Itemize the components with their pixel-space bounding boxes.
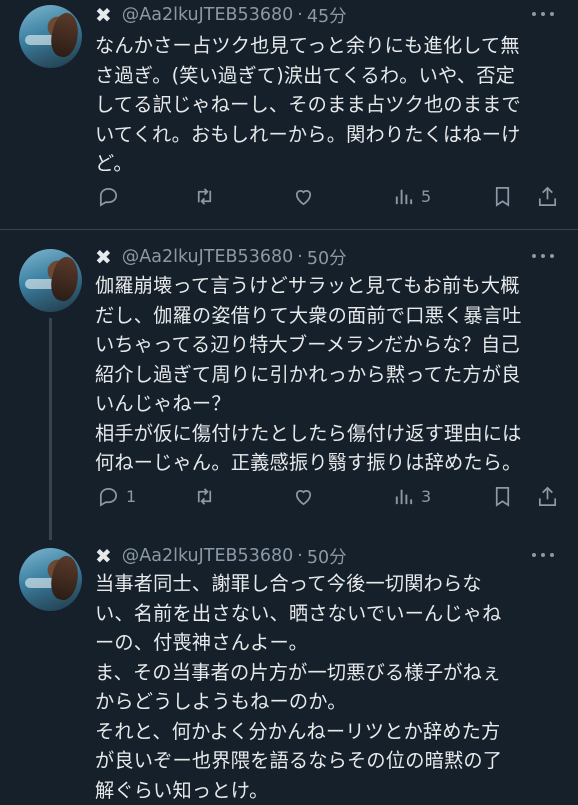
share-icon	[538, 186, 557, 206]
bookmark-icon	[495, 186, 510, 207]
tweet-2[interactable]: ✖ @ Aa2lkuJTEB53680 · 50分 伽羅崩壊って言うけどサラッと見…	[0, 230, 578, 540]
views-count: 3	[421, 486, 432, 506]
tweet-header: ✖ @ Aa2lkuJTEB53680 · 50分	[95, 245, 347, 269]
views-button[interactable]: 3	[392, 481, 431, 511]
reply-count: 1	[126, 486, 137, 506]
tweet-header: ✖ @ Aa2lkuJTEB53680 · 45分	[95, 3, 347, 27]
views-button[interactable]: 5	[392, 181, 431, 211]
x-mark-icon: ✖	[95, 544, 112, 568]
reply-button[interactable]: 1	[97, 481, 136, 511]
views-icon	[395, 489, 413, 504]
tweet-actions: 1 3	[95, 481, 565, 511]
author-handle[interactable]: Aa2lkuJTEB53680	[139, 247, 293, 267]
avatar[interactable]	[19, 5, 82, 68]
timestamp[interactable]: 50分	[307, 544, 347, 569]
author-handle[interactable]: Aa2lkuJTEB53680	[139, 546, 293, 566]
tweet-text: なんかさー占ツク也見てっと余りにも進化して無 さ過ぎ。(笑い過ぎて)涙出てくるわ…	[95, 34, 521, 175]
timestamp[interactable]: 45分	[307, 3, 347, 28]
more-options-icon[interactable]	[532, 254, 554, 260]
reply-icon	[99, 187, 118, 207]
share-button[interactable]	[536, 181, 559, 211]
retweet-icon	[197, 187, 212, 205]
handle-at: @	[121, 5, 140, 25]
reply-button[interactable]	[97, 181, 120, 211]
separator-dot: ·	[297, 247, 303, 267]
reply-icon	[99, 487, 118, 507]
share-button[interactable]	[536, 481, 559, 511]
tweet-3[interactable]: ✖ @ Aa2lkuJTEB53680 · 50分 当事者同士、謝罪し合って今後一…	[0, 540, 578, 802]
tweet-text: 当事者同士、謝罪し合って今後一切関わらな い、名前を出さない、晒さないでいーんじ…	[95, 572, 503, 802]
tweet-actions: 5	[95, 181, 565, 211]
share-icon	[538, 486, 557, 506]
like-button[interactable]	[292, 181, 315, 211]
bookmark-button[interactable]	[491, 181, 514, 211]
separator-dot: ·	[297, 5, 303, 25]
like-icon	[295, 489, 312, 505]
x-mark-icon: ✖	[95, 3, 112, 27]
tweet-1[interactable]: ✖ @ Aa2lkuJTEB53680 · 45分 なんかさー占ツク也見てっと余り…	[0, 0, 578, 225]
avatar[interactable]	[19, 249, 82, 312]
more-options-icon[interactable]	[532, 553, 554, 559]
like-icon	[295, 189, 312, 205]
more-options-icon[interactable]	[532, 12, 554, 18]
like-button[interactable]	[292, 481, 315, 511]
timestamp[interactable]: 50分	[307, 245, 347, 270]
views-count: 5	[421, 186, 432, 206]
retweet-button[interactable]	[193, 481, 216, 511]
avatar[interactable]	[19, 548, 82, 611]
retweet-icon	[197, 487, 212, 505]
bookmark-icon	[495, 486, 510, 507]
retweet-button[interactable]	[193, 181, 216, 211]
tweet-text: 伽羅崩壊って言うけどサラッと見てもお前も大概 だし、伽羅の姿借りて大衆の面前で口…	[95, 274, 522, 474]
author-handle[interactable]: Aa2lkuJTEB53680	[139, 5, 293, 25]
handle-at: @	[121, 247, 140, 267]
tweet-header: ✖ @ Aa2lkuJTEB53680 · 50分	[95, 544, 347, 568]
x-mark-icon: ✖	[95, 245, 112, 269]
views-icon	[395, 189, 413, 204]
bookmark-button[interactable]	[491, 481, 514, 511]
handle-at: @	[121, 546, 140, 566]
separator-dot: ·	[297, 546, 303, 566]
